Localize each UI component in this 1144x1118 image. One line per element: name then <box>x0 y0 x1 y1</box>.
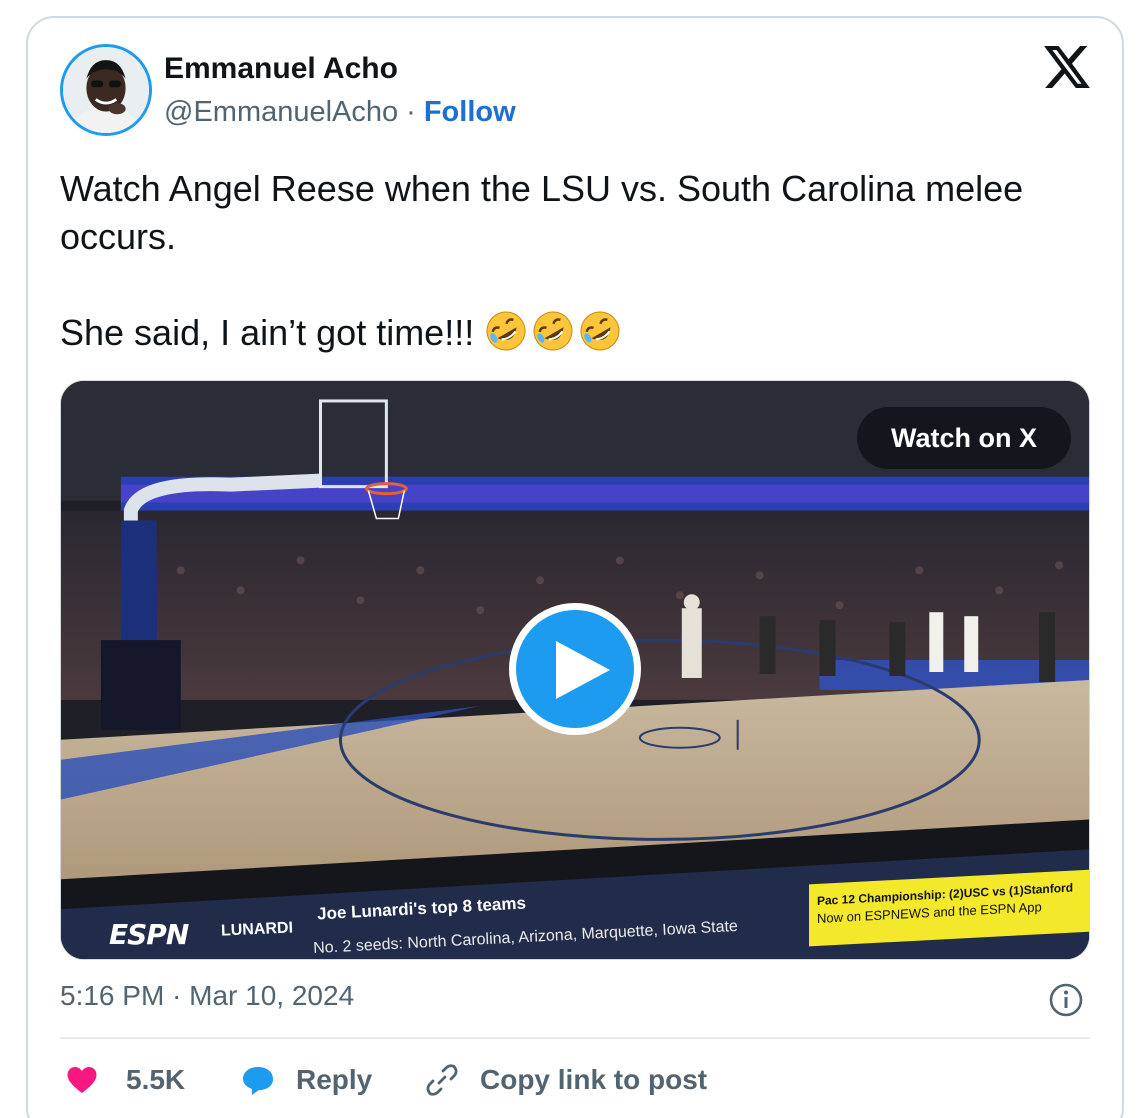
emoji-group <box>484 311 625 353</box>
tv-ticker: ESPN LUNARDI Joe Lunardi's top 8 teams N… <box>61 869 1089 959</box>
follow-button[interactable]: Follow <box>424 96 516 128</box>
heart-icon <box>67 1066 97 1093</box>
like-button[interactable]: 5.5K <box>64 1058 185 1102</box>
promo-box: Pac 12 Championship: (2)USC vs (1)Stanfo… <box>809 869 1089 947</box>
rolling-on-floor-laughing-emoji <box>580 311 620 351</box>
espn-logo: ESPN <box>109 918 189 951</box>
author-handle[interactable]: @EmmanuelAcho <box>164 96 398 128</box>
tweet-line-1: Watch Angel Reese when the LSU vs. South… <box>60 168 1024 257</box>
copy-link-label: Copy link to post <box>480 1064 708 1095</box>
reply-button[interactable]: Reply <box>240 1058 372 1102</box>
tweet-line-2: She said, I ain’t got time!!! <box>60 312 475 353</box>
rolling-on-floor-laughing-emoji <box>486 311 526 351</box>
play-button[interactable] <box>509 603 641 735</box>
action-bar: 5.5K Reply Copy link to post <box>60 1058 1090 1102</box>
tweet-line-2-wrap: She said, I ain’t got time!!! <box>60 309 1060 357</box>
watch-on-x-button[interactable]: Watch on X <box>857 407 1071 469</box>
rolling-on-floor-laughing-emoji <box>533 311 573 351</box>
avatar[interactable] <box>60 44 152 136</box>
separator-dot: · <box>406 96 416 128</box>
author-name[interactable]: Emmanuel Acho <box>164 52 398 86</box>
video-player[interactable]: Watch on X ESPN LUNARDI Joe Lunardi's to… <box>60 380 1090 960</box>
info-icon[interactable] <box>1048 982 1084 1018</box>
ticker-segment: LUNARDI <box>220 919 294 940</box>
divider <box>60 1037 1090 1039</box>
ticker-headline: Joe Lunardi's top 8 teams <box>316 893 527 924</box>
post-timestamp[interactable]: 5:16 PM · Mar 10, 2024 <box>60 980 354 1012</box>
handle-row: @EmmanuelAcho · Follow <box>164 96 516 129</box>
ticker-subline: No. 2 seeds: North Carolina, Arizona, Ma… <box>312 917 739 958</box>
avatar-image <box>63 47 149 133</box>
tweet-text: Watch Angel Reese when the LSU vs. South… <box>60 165 1060 357</box>
play-icon <box>556 641 610 699</box>
reply-label: Reply <box>296 1064 373 1095</box>
x-logo-icon[interactable] <box>1044 46 1090 88</box>
speech-bubble-icon <box>243 1067 273 1095</box>
link-icon <box>426 1064 458 1096</box>
like-count: 5.5K <box>126 1064 186 1095</box>
copy-link-button[interactable]: Copy link to post <box>424 1058 707 1102</box>
